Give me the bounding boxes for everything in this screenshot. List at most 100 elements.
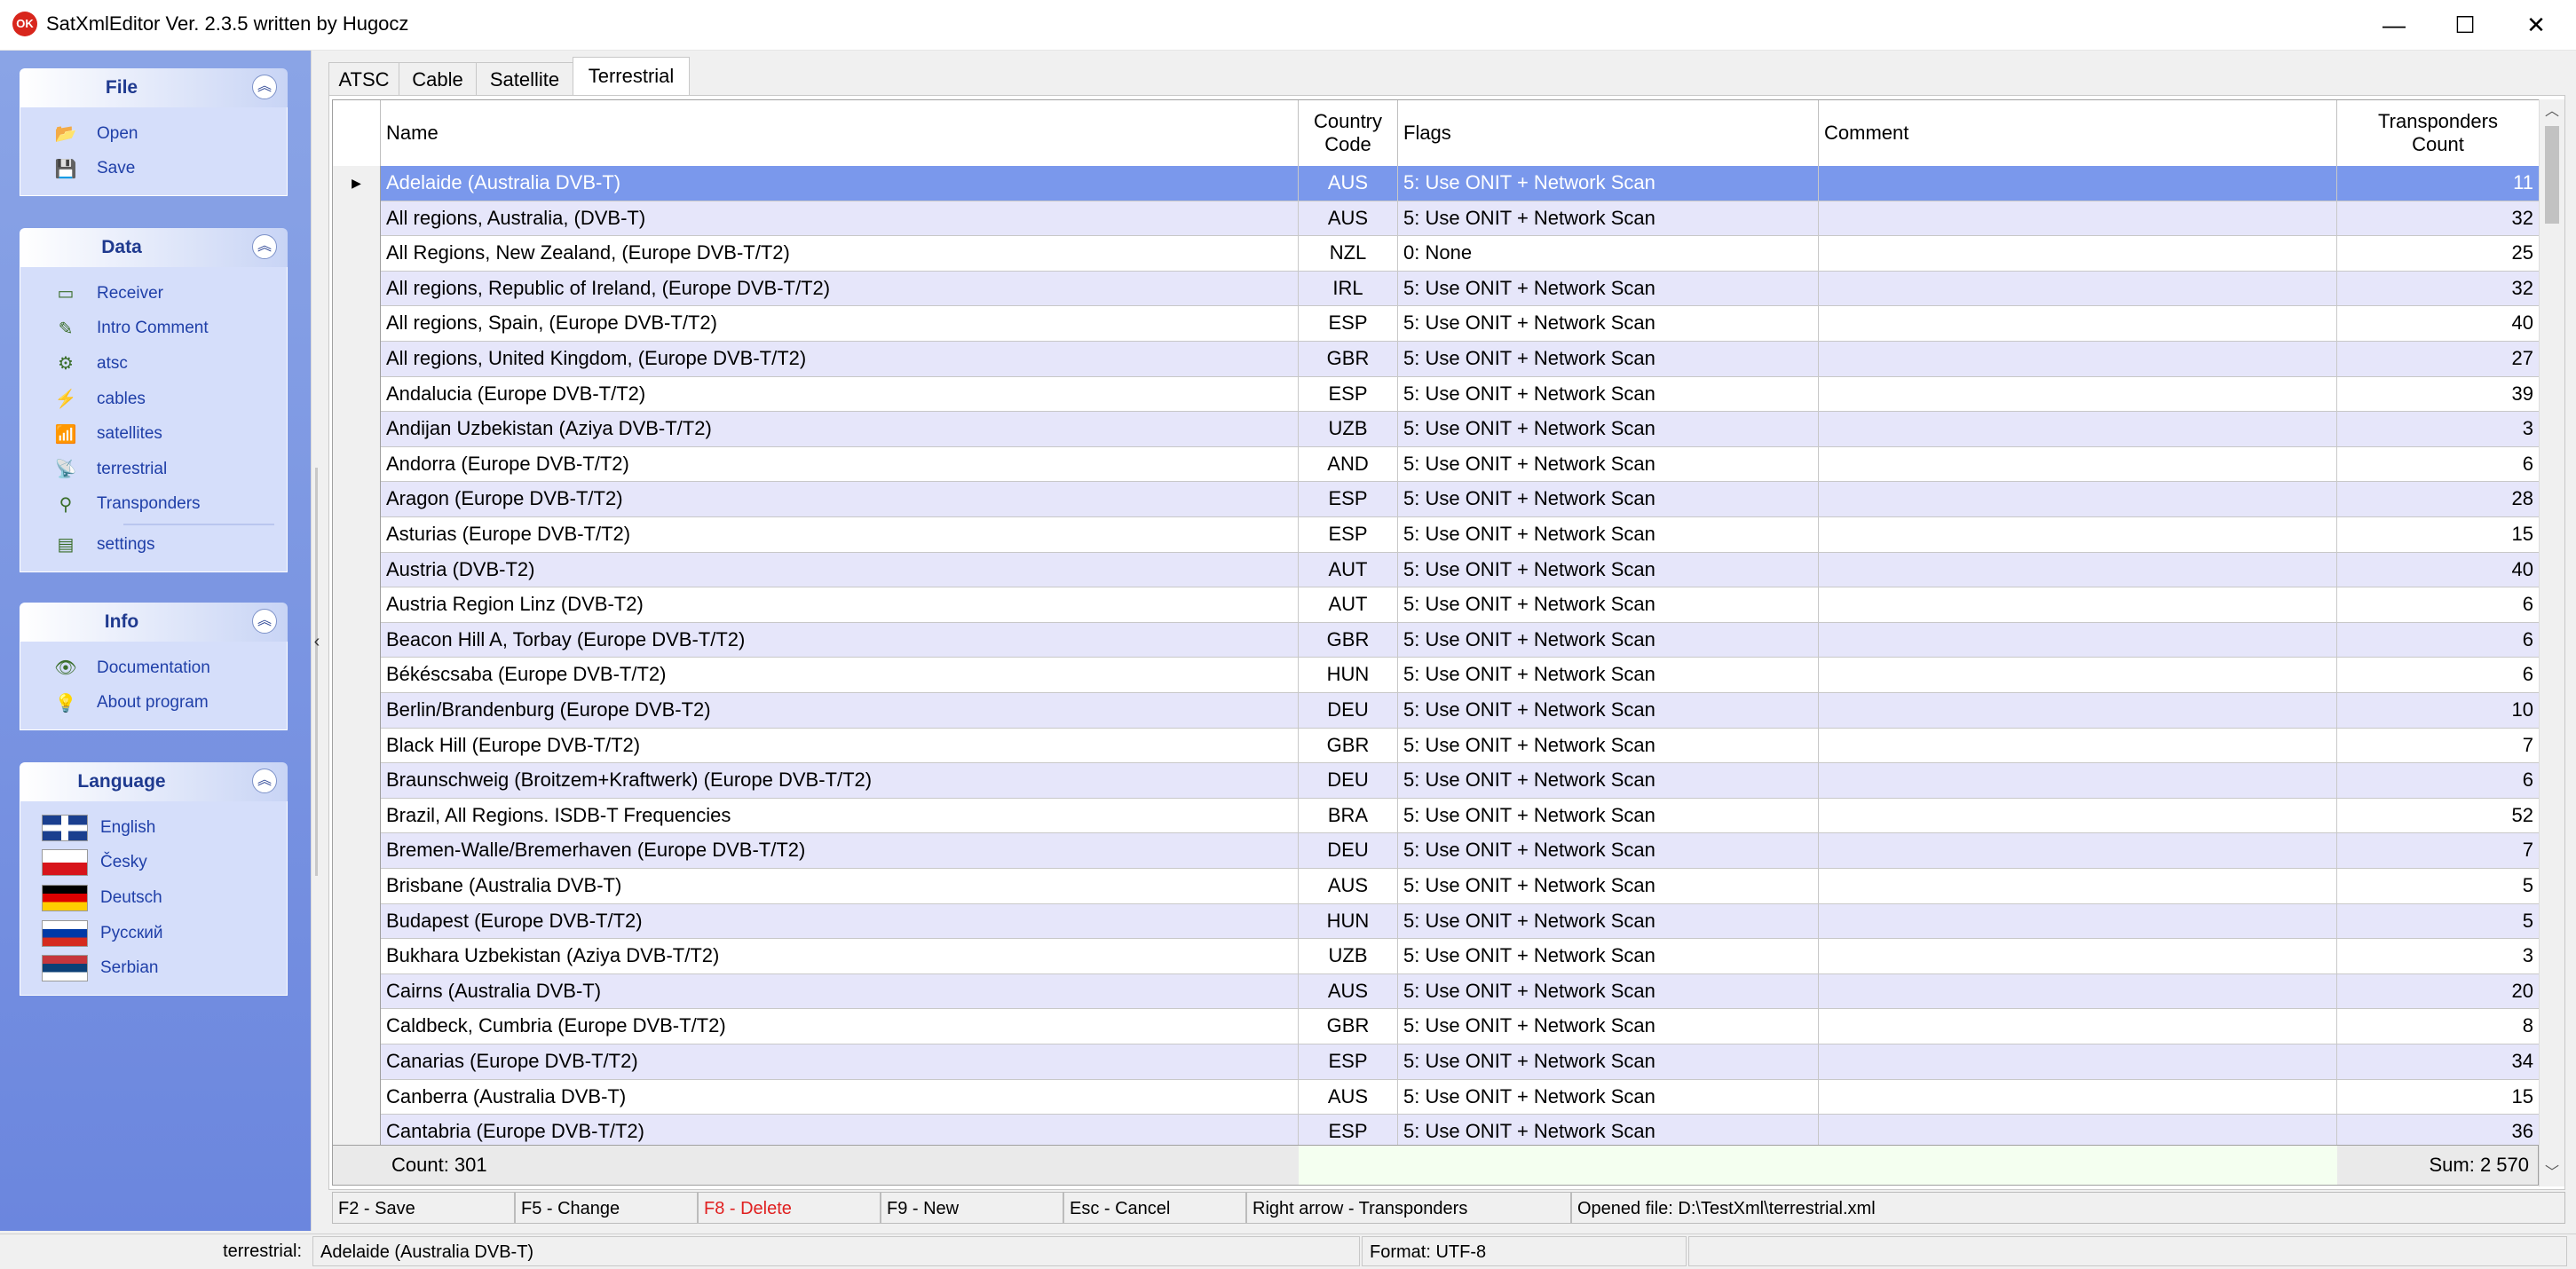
cell-comment[interactable] [1819, 1079, 2337, 1115]
table-row[interactable]: All regions, Republic of Ireland, (Europ… [333, 271, 2540, 307]
cell-flags[interactable]: 5: Use ONIT + Network Scan [1398, 412, 1819, 447]
cell-comment[interactable] [1819, 658, 2337, 693]
cell-comment[interactable] [1819, 903, 2337, 940]
table-row[interactable]: Aragon (Europe DVB-T/T2) ESP 5: Use ONIT +… [333, 482, 2540, 517]
cell-flags[interactable]: 5: Use ONIT + Network Scan [1398, 342, 1819, 377]
cell-comment[interactable] [1819, 1044, 2337, 1080]
row-header[interactable] [333, 552, 381, 588]
sidebar-item-receiver[interactable]: ▭ Receiver [20, 276, 287, 311]
minimize-button[interactable]: — [2358, 0, 2430, 50]
cell-flags[interactable]: 5: Use ONIT + Network Scan [1398, 306, 1819, 342]
tab-satellite[interactable]: Satellite [476, 62, 573, 96]
table-row[interactable]: All regions, Australia, (DVB-T) AUS 5: Use… [333, 201, 2540, 237]
cell-comment[interactable] [1819, 693, 2337, 729]
cell-comment[interactable] [1819, 973, 2337, 1010]
cell-name[interactable]: Bukhara Uzbekistan (Aziya DVB-T/T2) [381, 939, 1299, 974]
row-header[interactable] [333, 376, 381, 413]
row-header[interactable] [333, 973, 381, 1010]
table-row[interactable]: Caldbeck, Cumbria (Europe DVB-T/T2) GBR 5:… [333, 1009, 2540, 1044]
cell-code[interactable]: AUS [1299, 973, 1398, 1010]
row-header[interactable] [333, 798, 381, 834]
cell-code[interactable]: HUN [1299, 903, 1398, 940]
cell-flags[interactable]: 5: Use ONIT + Network Scan [1398, 482, 1819, 517]
column-header-flags[interactable]: Flags [1398, 100, 1819, 166]
cell-comment[interactable] [1819, 798, 2337, 834]
cell-name[interactable]: All regions, Spain, (Europe DVB-T/T2) [381, 306, 1299, 342]
cell-code[interactable]: NZL [1299, 236, 1398, 272]
row-header[interactable] [333, 1115, 381, 1146]
cell-name[interactable]: Canberra (Australia DVB-T) [381, 1079, 1299, 1115]
cell-name[interactable]: All regions, Australia, (DVB-T) [381, 201, 1299, 237]
cell-flags[interactable]: 5: Use ONIT + Network Scan [1398, 201, 1819, 237]
row-header[interactable] [333, 482, 381, 517]
cell-comment[interactable] [1819, 833, 2337, 869]
sidebar-item-english[interactable]: English [20, 810, 287, 846]
cell-name[interactable]: Adelaide (Australia DVB-T) [381, 166, 1299, 201]
cell-flags[interactable]: 5: Use ONIT + Network Scan [1398, 658, 1819, 693]
cell-name[interactable]: Budapest (Europe DVB-T/T2) [381, 903, 1299, 940]
cell-name[interactable]: Bremen-Walle/Bremerhaven (Europe DVB-T/T… [381, 833, 1299, 869]
table-row[interactable]: All regions, United Kingdom, (Europe DVB… [333, 342, 2540, 377]
cell-count[interactable]: 6 [2337, 587, 2540, 623]
cell-flags[interactable]: 5: Use ONIT + Network Scan [1398, 587, 1819, 623]
cell-flags[interactable]: 5: Use ONIT + Network Scan [1398, 517, 1819, 553]
group-header-data[interactable]: Data ︽ [20, 228, 288, 267]
tab-terrestrial[interactable]: Terrestrial [573, 57, 690, 98]
cell-code[interactable]: HUN [1299, 658, 1398, 693]
cell-count[interactable]: 8 [2337, 1009, 2540, 1044]
cell-code[interactable]: AUT [1299, 587, 1398, 623]
cell-comment[interactable] [1819, 306, 2337, 342]
column-header-transponders-count[interactable]: Transponders Count [2337, 100, 2540, 166]
cell-flags[interactable]: 5: Use ONIT + Network Scan [1398, 693, 1819, 729]
cell-name[interactable]: Canarias (Europe DVB-T/T2) [381, 1044, 1299, 1080]
maximize-button[interactable]: ☐ [2429, 0, 2501, 50]
cell-code[interactable]: AUS [1299, 1079, 1398, 1115]
cell-name[interactable]: Beacon Hill A, Torbay (Europe DVB-T/T2) [381, 622, 1299, 658]
cell-comment[interactable] [1819, 376, 2337, 413]
cell-comment[interactable] [1819, 763, 2337, 799]
row-header[interactable] [333, 587, 381, 623]
table-row[interactable]: Andorra (Europe DVB-T/T2) AND 5: Use ONIT … [333, 446, 2540, 483]
cell-count[interactable]: 20 [2337, 973, 2540, 1010]
panel-splitter[interactable]: ‹ [311, 51, 322, 1231]
close-button[interactable]: ✕ [2500, 0, 2572, 50]
cell-comment[interactable] [1819, 201, 2337, 237]
collapse-chevron-icon[interactable]: ︽ [252, 234, 277, 259]
cell-count[interactable]: 7 [2337, 728, 2540, 764]
sidebar-item-cables[interactable]: ⚡ cables [20, 382, 287, 417]
row-header[interactable] [333, 833, 381, 869]
table-row[interactable]: Andalucia (Europe DVB-T/T2) ESP 5: Use ONI… [333, 376, 2540, 413]
sidebar-item-settings[interactable]: ▤ settings [20, 527, 287, 563]
column-header-comment[interactable]: Comment [1819, 100, 2337, 166]
cell-code[interactable]: AND [1299, 446, 1398, 483]
cell-name[interactable]: Austria Region Linz (DVB-T2) [381, 587, 1299, 623]
row-header[interactable] [333, 1079, 381, 1115]
cell-code[interactable]: UZB [1299, 939, 1398, 974]
cell-name[interactable]: Andijan Uzbekistan (Aziya DVB-T/T2) [381, 412, 1299, 447]
sidebar-item-русский[interactable]: Русский [20, 916, 287, 951]
table-row[interactable]: Braunschweig (Broitzem+Kraftwerk) (Europ… [333, 763, 2540, 799]
cell-count[interactable]: 15 [2337, 1079, 2540, 1115]
cell-code[interactable]: UZB [1299, 412, 1398, 447]
cell-count[interactable]: 32 [2337, 271, 2540, 307]
cell-name[interactable]: Caldbeck, Cumbria (Europe DVB-T/T2) [381, 1009, 1299, 1044]
cell-code[interactable]: IRL [1299, 271, 1398, 307]
cell-count[interactable]: 28 [2337, 482, 2540, 517]
cell-code[interactable]: ESP [1299, 376, 1398, 413]
terrestrial-grid[interactable]: Name Country Code Flags Comment Transpon… [332, 99, 2540, 1147]
cell-count[interactable]: 39 [2337, 376, 2540, 413]
cell-code[interactable]: DEU [1299, 763, 1398, 799]
cell-code[interactable]: GBR [1299, 1009, 1398, 1044]
cell-name[interactable]: Black Hill (Europe DVB-T/T2) [381, 728, 1299, 764]
cell-count[interactable]: 6 [2337, 763, 2540, 799]
table-row[interactable]: Bukhara Uzbekistan (Aziya DVB-T/T2) UZB 5:… [333, 939, 2540, 974]
cell-flags[interactable]: 5: Use ONIT + Network Scan [1398, 1115, 1819, 1146]
cell-code[interactable]: DEU [1299, 833, 1398, 869]
cell-count[interactable]: 11 [2337, 166, 2540, 201]
table-row[interactable]: ▶ Adelaide (Australia DVB-T) AUS 5: Use ONI… [333, 166, 2540, 201]
cell-comment[interactable] [1819, 517, 2337, 553]
scroll-down-arrow-icon[interactable]: ﹀ [2540, 1161, 2564, 1186]
cell-flags[interactable]: 5: Use ONIT + Network Scan [1398, 622, 1819, 658]
shortcut-cancel[interactable]: Esc - Cancel [1063, 1192, 1246, 1224]
cell-code[interactable]: AUS [1299, 166, 1398, 201]
